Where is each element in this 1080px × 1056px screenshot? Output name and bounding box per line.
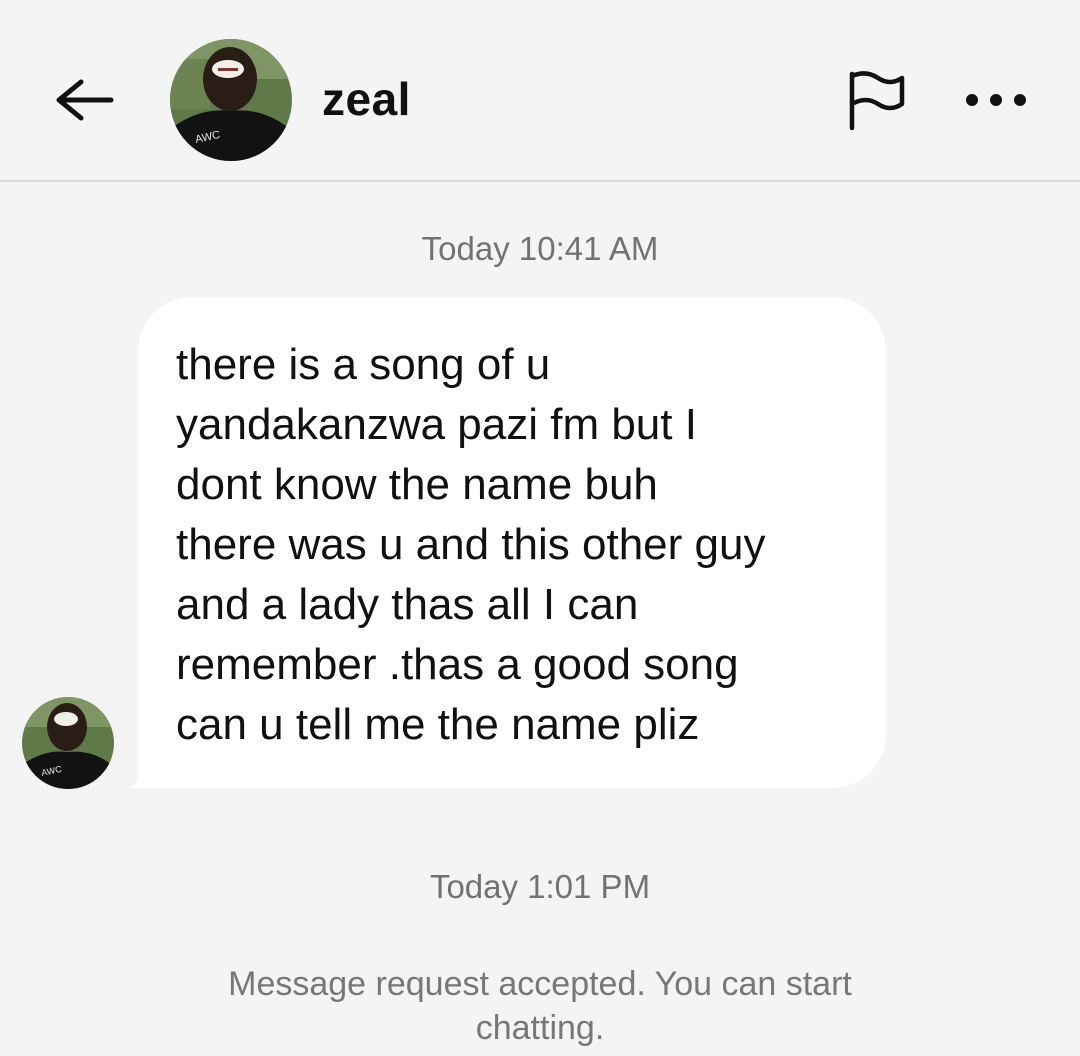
more-horizontal-icon [966, 94, 1026, 106]
message-timestamp: Today 10:41 AM [421, 230, 659, 267]
message-text-line: there is a song of u [176, 340, 551, 389]
message-text-line: and a lady thas all I can [176, 580, 639, 629]
message-text-line: remember .thas a good song [176, 640, 739, 689]
contact-name[interactable]: zeal [322, 72, 411, 126]
bubble-tail [128, 760, 162, 788]
sender-avatar[interactable]: AWC [22, 697, 114, 789]
message-timestamp: Today 1:01 PM [429, 868, 651, 905]
contact-avatar[interactable]: AWC [170, 39, 292, 161]
flag-icon [849, 71, 905, 131]
more-options-button[interactable] [955, 72, 1037, 128]
chat-header: AWC zeal [0, 0, 1080, 182]
request-accepted-notice: Message request accepted. You can start … [228, 965, 852, 1047]
back-button[interactable] [48, 68, 118, 132]
arrow-left-icon [56, 79, 114, 121]
incoming-message-bubble[interactable]: there is a song of u yandakanzwa pazi fm… [138, 297, 886, 788]
message-text-line: dont know the name buh [176, 460, 658, 509]
message-text-line: yandakanzwa pazi fm but I [176, 400, 697, 449]
report-button[interactable] [838, 62, 914, 138]
message-text-line: can u tell me the name pliz [176, 700, 700, 749]
message-text-line: there was u and this other guy [176, 520, 766, 569]
